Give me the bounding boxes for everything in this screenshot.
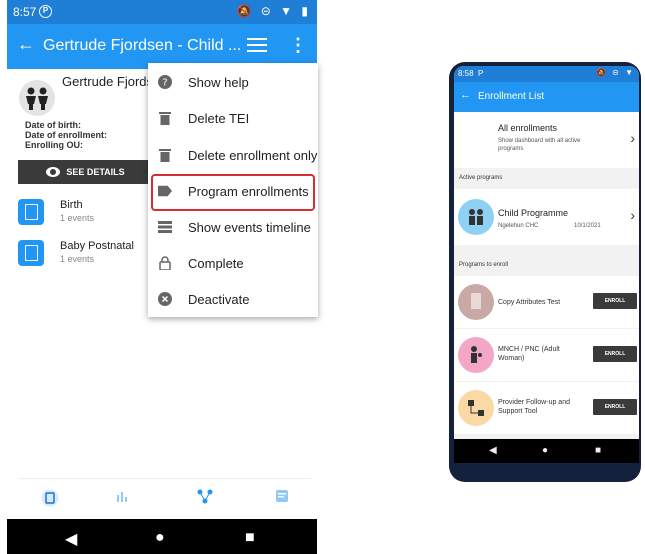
menu-item-label: Deactivate [188,291,250,307]
nav-recent-icon[interactable]: ■ [595,445,601,456]
active-program-date: 10/1/2021 [574,223,601,229]
highlight-box [151,174,315,211]
see-details-button[interactable]: SEE DETAILS [18,160,153,184]
program-avatar [458,337,494,373]
status-time: 8:57 [13,5,37,19]
screenshot-root: 8:57 P 🔕 ⊝ ▼ ▮ ← Gertrude Fjordsen - Chi… [0,0,645,554]
enrolling-ou-label: Enrolling OU: [25,140,83,150]
see-details-label: SEE DETAILS [66,167,125,177]
event-stage-icon [18,199,44,225]
programs-to-enroll-header: Programs to enroll [454,255,639,275]
notes-icon[interactable] [275,489,289,506]
stage-name: Baby Postnatal [60,240,134,252]
enroll-program-row: Provider Follow-up and Support Tool ENRO… [454,382,639,434]
menu-item-show-help[interactable]: ? Show help [148,65,318,99]
enroll-button[interactable]: ENROLL [593,346,637,362]
tei-name: Gertrude Fjords [62,74,154,89]
mother-child-icon [471,346,482,363]
nav-recent-icon[interactable]: ■ [245,529,255,547]
menu-item-label: Complete [188,255,244,271]
app-bar: ← Enrollment List [454,82,639,112]
tei-fields: Date of birth: Date of enrollment: Enrol… [25,120,107,150]
back-arrow-icon[interactable]: ← [17,34,35,55]
list-icon [158,220,172,234]
document-icon [471,293,481,309]
enroll-program-row: MNCH / PNC (Adult Woman) ENROLL [454,329,639,381]
bottom-navigation [19,478,311,518]
right-phone-screen: 8:58 P 🔕 ⊝ ▼ ← Enrollment List All enrol… [454,66,639,463]
status-bar: 8:58 P 🔕 ⊝ ▼ [454,66,639,82]
active-program-row[interactable]: Child Programme Ngelehun CHC 10/1/2021 › [454,189,639,245]
more-options-icon[interactable]: ⋮ [289,36,307,54]
relationships-icon[interactable] [197,489,213,508]
all-enrollments-row[interactable]: All enrollments Show dashboard with all … [454,112,639,168]
chevron-right-icon: › [630,207,635,223]
status-bar: 8:57 P 🔕 ⊝ ▼ ▮ [7,0,317,24]
menu-item-complete[interactable]: Complete [148,246,318,280]
help-icon: ? [158,75,172,89]
program-name: MNCH / PNC (Adult Woman) [498,346,560,362]
nav-home-icon[interactable]: ● [155,529,165,547]
filter-icon[interactable] [247,38,267,54]
menu-item-label: Delete enrollment only [188,147,318,163]
nav-back-icon[interactable]: ◀ [489,445,497,456]
event-list-icon[interactable] [41,489,59,510]
eye-icon [46,167,61,177]
all-enrollments-subtitle: Show dashboard with all active programs [498,138,581,152]
dob-label: Date of birth: [25,120,81,130]
tei-avatar [19,80,55,116]
active-program-org: Ngelehun CHC [498,223,539,229]
system-navigation-bar: ◀ ● ■ [7,519,317,554]
trash-icon [158,111,172,125]
enrollment-date-label: Date of enrollment: [25,130,108,140]
status-icons: 🔕 ⊝ ▼ [595,68,635,77]
trash-icon [158,148,172,162]
page-title: Enrollment List [478,91,545,102]
people-icon [469,209,483,225]
svg-text:?: ? [162,78,167,89]
menu-item-delete-enrollment[interactable]: Delete enrollment only [148,138,318,172]
program-name: Copy Attributes Test [498,299,561,306]
enroll-button[interactable]: ENROLL [593,399,637,415]
event-stage-icon [18,240,44,266]
menu-item-deactivate[interactable]: Deactivate [148,282,318,316]
enroll-program-row: Copy Attributes Test ENROLL [454,276,639,328]
people-icon [26,87,48,110]
lock-icon [158,256,172,270]
stage-item-baby-postnatal[interactable]: Baby Postnatal 1 events [18,240,158,272]
stage-count: 1 events [60,213,95,223]
program-avatar [458,390,494,426]
all-enrollments-title: All enrollments [498,123,558,133]
active-program-name: Child Programme [498,208,569,218]
nav-back-icon[interactable]: ◀ [65,529,77,549]
program-avatar [458,284,494,320]
system-navigation-bar: ◀ ● ■ [454,439,639,463]
program-avatar [458,199,494,235]
program-name: Provider Follow-up and Support Tool [498,399,570,415]
back-arrow-icon[interactable]: ← [460,89,471,101]
menu-item-label: Show help [188,74,249,90]
stage-count: 1 events [60,254,95,264]
menu-item-show-events-timeline[interactable]: Show events timeline [148,210,318,244]
stage-item-birth[interactable]: Birth 1 events [18,199,158,231]
nav-home-icon[interactable]: ● [542,445,548,456]
p-icon: P [39,5,52,18]
enroll-button[interactable]: ENROLL [593,293,637,309]
page-title: Gertrude Fjordsen - Child ... [43,37,242,54]
status-icons: 🔕 ⊝ ▼ ▮ [236,4,311,18]
analytics-icon[interactable] [115,489,129,506]
chevron-right-icon: › [630,130,635,146]
cancel-icon [158,292,172,306]
menu-item-delete-tei[interactable]: Delete TEI [148,101,318,135]
menu-item-label: Delete TEI [188,110,250,126]
p-icon: P [478,69,484,78]
menu-item-label: Show events timeline [188,219,311,235]
stage-name: Birth [60,199,83,211]
flow-icon [468,400,484,416]
active-programs-header: Active programs [454,168,639,188]
status-time: 8:58 [458,69,474,78]
